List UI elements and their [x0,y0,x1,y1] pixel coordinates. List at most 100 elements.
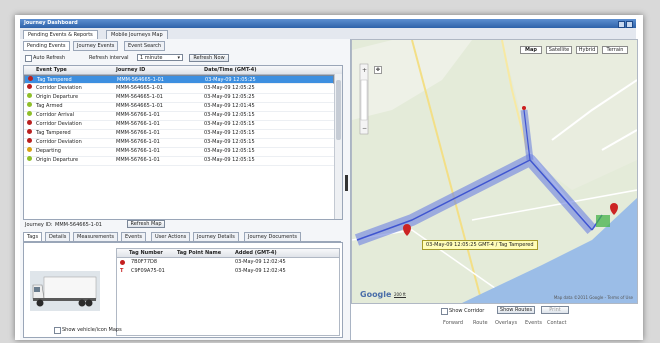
show-corridor-checkbox[interactable] [441,308,448,315]
event-type: Corridor Arrival [36,112,75,118]
map-controls: Show Corridor Show Routes Print Forward … [351,304,636,340]
event-datetime: 03-May-09 12:05:15 [204,139,255,145]
close-icon[interactable] [626,21,633,28]
event-row[interactable]: Tag Tampered MMM-564665-1-01 03-May-09 12:… [24,75,334,84]
tab-measurements[interactable]: Measurements [73,232,118,241]
auto-refresh-label: Auto Refresh [33,55,66,61]
column-header-added[interactable]: Added (GMT-4) [235,250,277,256]
event-row[interactable]: Origin Departure MMM-56766-1-01 03-May-09 … [24,156,334,166]
detail-tabs: Tags Details Measurements Events User Ac… [23,231,341,242]
link-events[interactable]: Events [525,320,542,326]
google-logo: Google [360,290,392,299]
event-type: Origin Departure [36,157,79,163]
show-routes-button[interactable]: Show Routes [497,306,535,314]
map-scale: 200 ft [394,292,406,298]
events-toolbar: Auto Refresh Refresh interval 1 minute ▾… [23,53,345,63]
event-journey-id: MMM-56766-1-01 [116,148,160,154]
tag-added: 03-May-09 12:02:45 [235,259,286,265]
column-header-tag-point-name[interactable]: Tag Point Name [177,250,221,256]
map-type-map-button[interactable]: Map [520,46,542,54]
alert-dot-icon [120,260,125,265]
event-status-icon [27,156,32,161]
show-vehicle-checkbox[interactable] [54,327,61,334]
refresh-map-button[interactable]: Refresh Map [127,220,165,228]
tab-mobile-journeys-map[interactable]: Mobile Journeys Map [106,30,168,39]
tag-row[interactable]: 7B0F77D8 03-May-09 12:02:45 [117,258,339,267]
tab-details[interactable]: Details [45,232,71,241]
event-datetime: 03-May-09 12:05:15 [204,121,255,127]
events-grid-header: Event Type Journey ID Date/Time (GMT-4) [24,66,342,75]
map-type-hybrid-button[interactable]: Hybrid [576,46,598,54]
event-type: Corridor Deviation [36,85,82,91]
link-route[interactable]: Route [473,320,488,326]
refresh-interval-select[interactable]: 1 minute ▾ [137,54,183,61]
event-journey-id: MMM-56766-1-01 [116,130,160,136]
event-status-icon [28,76,33,81]
events-grid-scrollbar[interactable] [334,74,342,219]
event-type: Corridor Deviation [36,121,82,127]
journey-id-value: MMM-564665-1-01 [55,222,102,228]
window-titlebar: Journey Dashboard [20,19,636,28]
tab-tags[interactable]: Tags [23,232,43,241]
tag-number: C9F09A75-01 [131,268,165,274]
tags-grid-header: Tag Number Tag Point Name Added (GMT-4) [117,249,339,258]
events-panel: Pending Events Journey Events Event Sear… [20,39,351,340]
refresh-now-button[interactable]: Refresh Now [189,54,229,62]
tab-pending-events-reports[interactable]: Pending Events & Reports [23,30,98,39]
journey-id-label: Journey ID: [25,222,53,228]
refresh-interval-label: Refresh interval [89,55,129,61]
event-datetime: 03-May-09 12:05:15 [204,130,255,136]
event-status-icon [27,93,32,98]
link-overlays[interactable]: Overlays [495,320,517,326]
tab-user-actions[interactable]: User Actions [151,232,191,241]
event-status-icon [27,129,32,134]
map-pan-icon[interactable]: ✥ [374,66,382,74]
tab-event-search[interactable]: Event Search [124,41,166,51]
link-forward[interactable]: Forward [443,320,463,326]
link-contact[interactable]: Contact [547,320,566,326]
event-type: Departing [36,148,61,154]
truck-image [30,271,100,311]
tab-journey-events[interactable]: Journey Events [73,41,119,51]
tab-journey-details[interactable]: Journey Details [193,232,239,241]
chevron-down-icon: ▾ [177,55,180,61]
event-type: Corridor Deviation [36,139,82,145]
map-event-label[interactable]: 03-May-09 12:05:25 GMT-4 / Tag Tampered [422,240,538,250]
column-header-event-type[interactable]: Event Type [36,67,67,73]
refresh-interval-value: 1 minute [140,55,163,61]
app-frame: Journey Dashboard Pending Events & Repor… [15,15,643,340]
tab-journey-documents[interactable]: Journey Documents [244,232,301,241]
event-datetime: 03-May-09 12:05:15 [204,112,255,118]
tag-icon: T [120,268,124,274]
map-attribution: Map data ©2011 Google - Terms of Use [553,295,633,300]
tag-number: 7B0F77D8 [131,259,158,265]
tags-panel: Tag Number Tag Point Name Added (GMT-4) … [23,242,343,338]
event-journey-id: MMM-564665-1-01 [116,94,163,100]
events-grid: Event Type Journey ID Date/Time (GMT-4) … [23,65,343,220]
event-datetime: 03-May-09 12:05:25 [204,85,255,91]
svg-text:−: − [362,125,367,132]
splitter-handle[interactable] [345,175,348,191]
tag-row[interactable]: T C9F09A75-01 03-May-09 12:02:45 [117,267,339,276]
column-header-tag-number[interactable]: Tag Number [129,250,163,256]
scrollbar-thumb[interactable] [336,80,341,140]
column-header-datetime[interactable]: Date/Time (GMT-4) [204,67,256,73]
map-canvas: + − [352,40,637,303]
journey-map[interactable]: + − Map Satellite Hybrid Terrain ✥ 03-Ma… [351,39,638,304]
event-status-icon [27,84,32,89]
event-type: Origin Departure [36,94,79,100]
tab-pending-events[interactable]: Pending Events [23,41,70,51]
event-journey-id: MMM-56766-1-01 [116,157,160,163]
map-type-terrain-button[interactable]: Terrain [602,46,628,54]
column-header-journey-id[interactable]: Journey ID [116,67,145,73]
minimize-icon[interactable] [618,21,625,28]
tab-events[interactable]: Events [121,232,146,241]
print-button[interactable]: Print [541,306,569,314]
auto-refresh-checkbox[interactable] [25,55,32,62]
map-type-satellite-button[interactable]: Satellite [546,46,572,54]
journey-status-bar: Journey ID: MMM-564665-1-01 Refresh Map [23,220,341,231]
event-status-icon [27,147,32,152]
event-datetime: 03-May-09 12:05:25 [204,94,255,100]
event-journey-id: MMM-56766-1-01 [116,139,160,145]
event-type: Tag Tampered [36,130,71,136]
